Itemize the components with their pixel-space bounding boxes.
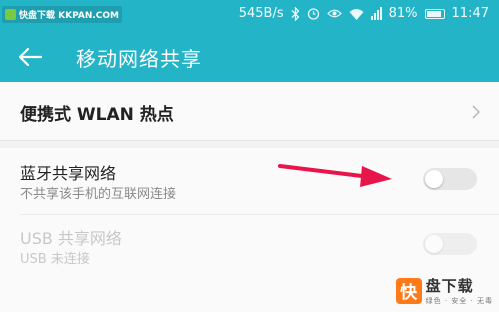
bluetooth-sharing-subtitle: 不共享该手机的互联网连接 — [20, 187, 177, 202]
app-bar: 移动网络共享 — [0, 32, 499, 82]
toggle-knob — [425, 170, 443, 188]
usb-sharing-toggle[interactable] — [423, 233, 477, 255]
clock: 11:47 — [451, 6, 489, 21]
wlan-hotspot-label: 便携式 WLAN 热点 — [20, 105, 174, 125]
battery-icon — [424, 8, 445, 19]
wlan-hotspot-row[interactable]: 便携式 WLAN 热点 — [0, 82, 499, 141]
brand-watermark: 快 盘下载 绿色 · 安全 · 无毒 — [395, 275, 493, 306]
signal-icon — [370, 7, 382, 20]
page-title: 移动网络共享 — [76, 46, 202, 71]
bluetooth-sharing-title: 蓝牙共享网络 — [20, 164, 117, 183]
annotation-arrow-icon — [278, 164, 392, 187]
wifi-icon — [349, 8, 364, 20]
back-button[interactable] — [0, 46, 60, 68]
divider — [20, 214, 499, 215]
bluetooth-icon — [291, 6, 300, 21]
battery-percent: 81% — [388, 6, 418, 21]
back-arrow-icon — [18, 47, 43, 67]
status-bar: 快盘下载 KKPAN.COM 545B/s 81% 11:47 — [0, 0, 499, 32]
brand-name: 盘下载 — [425, 277, 474, 295]
toggle-knob — [425, 235, 443, 253]
status-right: 545B/s 81% 11:47 — [239, 6, 489, 21]
chevron-right-icon — [472, 105, 481, 119]
usb-sharing-title: USB 共享网络 — [20, 229, 122, 248]
usb-sharing-subtitle: USB 未连接 — [20, 252, 90, 267]
eye-icon — [326, 9, 342, 18]
watermark-text: 快盘下载 KKPAN.COM — [19, 11, 119, 21]
watermark: 快盘下载 KKPAN.COM — [2, 6, 122, 23]
brand-text: 盘下载 绿色 · 安全 · 无毒 — [426, 275, 493, 306]
alarm-icon — [307, 8, 319, 20]
brand-slogan: 绿色 · 安全 · 无毒 — [425, 297, 493, 305]
brand-logo-icon: 快 — [395, 277, 422, 304]
watermark-logo-icon — [5, 9, 16, 20]
network-speed: 545B/s — [238, 6, 284, 21]
bluetooth-sharing-toggle[interactable] — [423, 168, 477, 190]
